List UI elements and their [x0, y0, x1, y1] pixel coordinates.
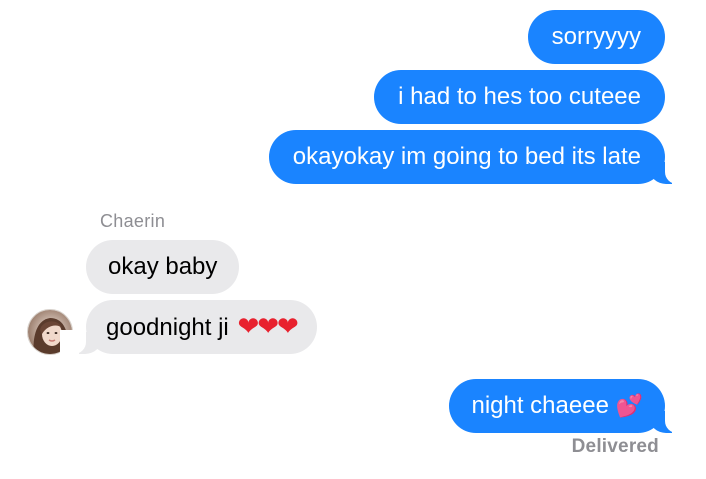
message-text: okay baby [108, 253, 218, 280]
message-thread: sorryyyy i had to hes too cuteee okayoka… [0, 0, 706, 479]
message-bubble-received[interactable]: goodnight ji ❤❤❤ [60, 300, 317, 354]
red-heart-emoji: ❤❤❤ [237, 312, 298, 342]
message-text: okayokay im going to bed its late [292, 143, 641, 170]
sender-name: Chaerin [100, 211, 166, 231]
two-hearts-emoji: 💕 [615, 394, 643, 419]
message-text: i had to hes too cuteee [398, 83, 641, 110]
message-text: night chaeee [471, 392, 609, 419]
message-text: goodnight ji [106, 314, 229, 341]
message-bubble-sent[interactable]: sorryyyy [527, 10, 665, 64]
delivery-status: Delivered [571, 436, 659, 457]
message-bubble-sent[interactable]: okayokay im going to bed its late [268, 130, 692, 184]
message-bubble-received[interactable]: okay baby [86, 240, 240, 294]
message-bubble-sent[interactable]: i had to hes too cuteee [374, 70, 665, 124]
message-text: sorryyyy [551, 23, 641, 50]
message-bubble-sent[interactable]: night chaeee 💕 [449, 379, 691, 433]
